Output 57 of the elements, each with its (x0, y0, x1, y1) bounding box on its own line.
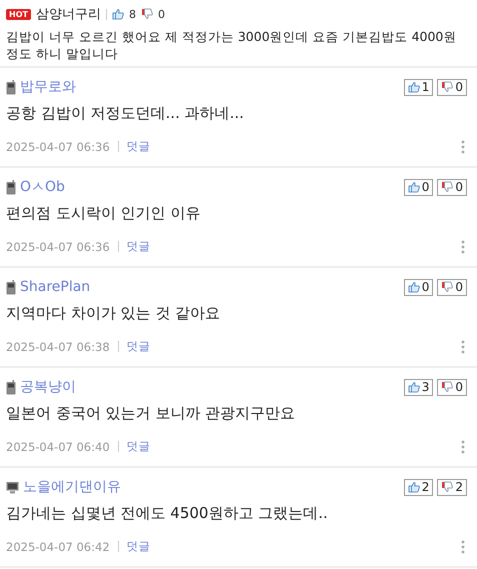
thumbs-down-icon (441, 181, 454, 193)
reply-link[interactable]: 덧글 (126, 139, 151, 154)
thumbs-down-icon (441, 381, 454, 393)
dislike-button[interactable]: 0 (437, 378, 467, 396)
like-button[interactable]: 0 (404, 278, 434, 296)
comment-date: 2025-04-07 06:42 (6, 540, 110, 554)
thumbs-up-icon (408, 81, 420, 93)
post-body: 김밥이 너무 오르긴 했어요 제 적정가는 3000원인데 요즘 기본김밥도 4000원정도 하니 말입니다 (6, 28, 458, 62)
post-author: 삼양너구리 (36, 6, 101, 23)
thumbs-down-icon (441, 281, 454, 293)
comment-date: 2025-04-07 06:36 (6, 240, 110, 254)
monitor-icon (6, 480, 19, 494)
phone-icon (6, 80, 16, 94)
phone-icon (6, 180, 16, 194)
comment-author[interactable]: 노을에기댄이유 (23, 478, 121, 496)
like-button[interactable]: 1 (404, 78, 434, 96)
comment-text: 일본어 중국어 있는거 보니까 관광지구만요 (6, 404, 296, 424)
comment-date: 2025-04-07 06:40 (6, 440, 110, 454)
dislike-button[interactable]: 2 (437, 478, 467, 496)
thumbs-up-icon (408, 181, 420, 193)
comment-text: 지역마다 차이가 있는 것 같아요 (6, 304, 222, 324)
more-icon[interactable] (461, 240, 465, 254)
more-icon[interactable] (461, 540, 465, 554)
like-button[interactable]: 3 (404, 378, 434, 396)
dislike-count: 0 (158, 8, 165, 20)
more-icon[interactable] (461, 140, 465, 154)
comment-text: 공항 김밥이 저정도던데... 과하네... (6, 104, 245, 124)
thumbs-down-icon (441, 81, 454, 93)
thumbs-up-icon (112, 8, 124, 20)
reply-link[interactable]: 덧글 (126, 339, 151, 354)
thumbs-up-icon (408, 381, 420, 393)
more-icon[interactable] (461, 340, 465, 354)
comment-text: 편의점 도시락이 인기인 이유 (6, 204, 202, 224)
comment-author[interactable]: SharePlan (20, 279, 90, 295)
comment-author[interactable]: OㅅOb (20, 178, 65, 196)
thumbs-down-icon (140, 8, 153, 20)
thumbs-up-icon (408, 281, 420, 293)
dislike-button[interactable]: 0 (437, 178, 467, 196)
dislike-button[interactable]: 0 (437, 78, 467, 96)
phone-icon (6, 280, 16, 294)
comment-date: 2025-04-07 06:36 (6, 140, 110, 154)
thumbs-up-icon (408, 481, 420, 493)
reply-link[interactable]: 덧글 (126, 539, 151, 554)
dislike-button[interactable]: 0 (437, 278, 467, 296)
like-count: 8 (128, 8, 136, 20)
thumbs-down-icon (441, 481, 454, 493)
like-button[interactable]: 0 (404, 178, 434, 196)
reply-link[interactable]: 덧글 (126, 439, 151, 454)
comment-text: 김가네는 십몇년 전에도 4500원하고 그랬는데.. (6, 504, 329, 524)
more-icon[interactable] (461, 440, 465, 454)
comment-author[interactable]: 밥무로와 (20, 78, 76, 96)
comment-author[interactable]: 공복냥이 (20, 378, 76, 396)
reply-link[interactable]: 덧글 (126, 239, 151, 254)
comment-date: 2025-04-07 06:38 (6, 340, 110, 354)
like-button[interactable]: 2 (404, 478, 434, 496)
hot-badge: HOT (6, 8, 31, 20)
phone-icon (6, 380, 16, 394)
